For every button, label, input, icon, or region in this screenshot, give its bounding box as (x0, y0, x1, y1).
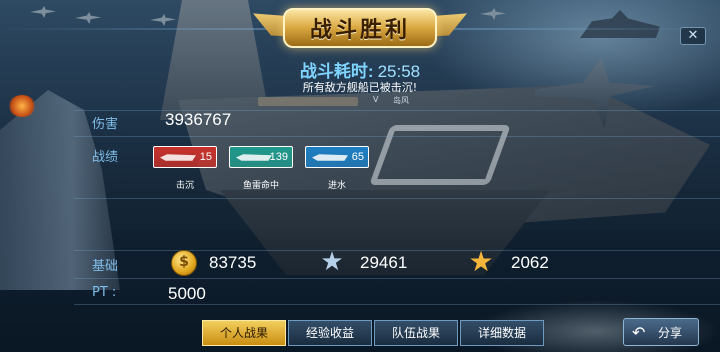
gold-value: 83735 (209, 253, 257, 272)
star-value: 2062 (511, 253, 549, 272)
divider (74, 136, 720, 137)
pt-label: PT : (92, 285, 117, 300)
divider (74, 304, 720, 305)
torpedo-count: 139 (269, 151, 288, 163)
damage-label: 伤害 (92, 117, 119, 132)
achievement-label: 战绩 (92, 150, 119, 165)
pt-value: 5000 (168, 284, 206, 303)
mvp-ship-name: 岛风 (393, 96, 409, 105)
sink-caption: 击沉 (175, 181, 194, 191)
share-button[interactable]: ↶ 分享 (623, 318, 699, 346)
distant-plane-image (75, 12, 101, 24)
victory-emblem: 战斗胜利 (253, 4, 467, 52)
tab-personal-results[interactable]: 个人战果 (202, 320, 286, 346)
tab-team-results[interactable]: 队伍战果 (374, 320, 458, 346)
gunfire-flash (8, 95, 36, 117)
tab-detailed-data[interactable]: 详细数据 (460, 320, 544, 346)
share-label: 分享 (658, 326, 683, 340)
ship-sink-icon (160, 154, 196, 161)
sink-count: 15 (199, 151, 212, 163)
close-button[interactable]: ✕ (680, 27, 706, 45)
share-icon: ↶ (632, 323, 646, 342)
sink-medal: 15 (153, 146, 217, 168)
battle-result-text: 所有敌方舰船已被击沉! (302, 81, 418, 94)
divider (74, 198, 720, 199)
coin-symbol: $ (179, 254, 189, 270)
flooding-icon (312, 154, 348, 161)
blurred-player-name (258, 97, 358, 106)
tab-exp-rewards[interactable]: 经验收益 (288, 320, 372, 346)
distant-plane-image (150, 14, 176, 26)
damage-value: 3936767 (165, 110, 232, 129)
base-label: 基础 (92, 259, 119, 274)
page-title: 战斗胜利 (309, 18, 410, 43)
mvp-rank: V (373, 95, 379, 104)
torpedo-caption: 鱼雷命中 (242, 181, 279, 191)
deck-number-marking (369, 125, 511, 185)
mvp-line: V 岛风 (258, 95, 458, 107)
flooding-medal: 65 (305, 146, 369, 168)
divider (74, 250, 720, 251)
gold-coin-icon: $ (171, 250, 197, 276)
exp-value: 29461 (360, 253, 408, 272)
silver-star-icon: ★ (320, 247, 344, 277)
distant-plane-image (30, 6, 56, 18)
gold-star-icon: ★ (468, 245, 494, 278)
flooding-count: 65 (351, 151, 364, 163)
flooding-caption: 进水 (327, 181, 346, 191)
torpedo-medal: 139 (229, 146, 293, 168)
torpedo-icon (236, 154, 272, 161)
divider (74, 278, 720, 279)
